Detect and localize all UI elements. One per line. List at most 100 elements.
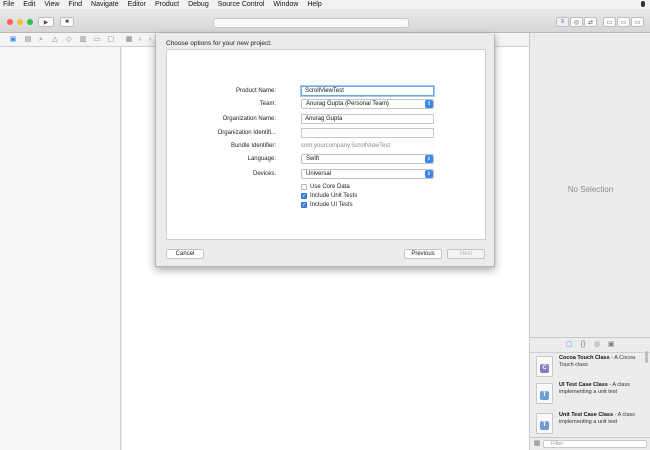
library-item[interactable]: T Unit Test Case Class - A class impleme…	[535, 410, 647, 438]
bottom-panel-icon: ▭	[620, 19, 627, 26]
checkbox-label: Include Unit Tests	[310, 192, 358, 199]
options-form: Product Name: ScrollViewTest Team: Anura…	[166, 49, 486, 240]
standard-editor-button[interactable]: ≡	[556, 17, 569, 27]
library-item[interactable]: C Cocoa Touch Class - A Cocoa Touch clas…	[535, 353, 647, 381]
product-name-field[interactable]: ScrollViewTest	[301, 86, 434, 96]
minimize-window-button[interactable]	[17, 19, 23, 25]
menu-editor[interactable]: Editor	[128, 0, 146, 9]
updown-chevron-icon: ⇕	[425, 100, 433, 108]
use-core-data-checkbox[interactable]: Use Core Data	[301, 183, 350, 190]
include-ui-tests-checkbox[interactable]: ✓ Include UI Tests	[301, 201, 353, 208]
updown-chevron-icon: ⇕	[425, 155, 433, 163]
menu-file[interactable]: File	[3, 0, 14, 9]
arrows-icon: ⇄	[587, 19, 594, 26]
window-toolbar: ▶ ■ ≡ ◎ ⇄ ▭ ▭ ▭	[0, 9, 650, 33]
menu-bar: File Edit View Find Navigate Editor Prod…	[0, 0, 650, 9]
file-icon: C	[536, 356, 553, 377]
project-navigator	[0, 47, 121, 450]
toggle-debug-area-button[interactable]: ▭	[617, 17, 630, 27]
library-item-title: Unit Test Case Class	[559, 412, 614, 418]
menu-window[interactable]: Window	[273, 0, 298, 9]
activity-viewer	[213, 18, 409, 28]
related-items-icon[interactable]: ▦	[125, 36, 133, 44]
grid-view-icon[interactable]: ▦	[533, 440, 541, 448]
menu-source-control[interactable]: Source Control	[218, 0, 265, 9]
folder-icon[interactable]: ▣	[9, 36, 17, 44]
previous-button[interactable]: Previous	[404, 249, 442, 259]
filter-input[interactable]: Filter	[543, 440, 647, 448]
library-item[interactable]: T UI Test Case Class - A class implement…	[535, 380, 647, 408]
sheet-title: Choose options for your new project:	[166, 40, 272, 47]
search-icon[interactable]: ⌕	[37, 36, 45, 44]
code-snippet-library-icon[interactable]: {}	[579, 341, 587, 349]
team-value: Anurag Gupta (Personal Team)	[306, 101, 389, 107]
menu-navigate[interactable]: Navigate	[91, 0, 119, 9]
devices-popup[interactable]: Universal ⇕	[301, 169, 434, 179]
file-icon: T	[536, 383, 553, 404]
report-navigator-icon[interactable]: ▢	[107, 36, 115, 44]
team-popup[interactable]: Anurag Gupta (Personal Team) ⇕	[301, 99, 434, 109]
product-name-label: Product Name:	[235, 88, 276, 94]
menu-debug[interactable]: Debug	[188, 0, 209, 9]
align-left-icon: ≡	[560, 19, 565, 25]
organization-identifier-label: Organization Identifi...	[217, 130, 276, 136]
close-window-button[interactable]	[7, 19, 13, 25]
back-chevron-icon[interactable]: ‹	[136, 36, 144, 44]
zoom-window-button[interactable]	[27, 19, 33, 25]
test-navigator-icon[interactable]: ◇	[65, 36, 73, 44]
issue-navigator-icon[interactable]: △	[51, 36, 59, 44]
team-label: Team:	[259, 101, 276, 107]
library-scrollbar[interactable]	[645, 351, 648, 363]
left-panel-icon: ▭	[606, 19, 613, 26]
next-button[interactable]: Next	[447, 249, 485, 259]
checkbox-box[interactable]	[301, 183, 307, 190]
bundle-identifier-label: Bundle Identifier:	[230, 143, 276, 149]
menu-product[interactable]: Product	[155, 0, 179, 9]
new-project-options-sheet: Choose options for your new project: Pro…	[155, 34, 495, 267]
devices-label: Devices:	[252, 171, 276, 177]
object-library-icon[interactable]: ◎	[593, 341, 601, 349]
assistant-editor-button[interactable]: ◎	[570, 17, 583, 27]
library-item-title: UI Test Case Class	[559, 382, 608, 388]
language-label: Language:	[247, 156, 276, 162]
utilities-pane: No Selection ▢ {} ◎ ▣ C Cocoa Touch Clas…	[529, 33, 650, 450]
updown-chevron-icon: ⇕	[425, 170, 433, 178]
language-value: Swift	[306, 156, 320, 162]
media-library-icon[interactable]: ▣	[607, 341, 615, 349]
bundle-identifier-value: com.yourcompany.ScrollViewTest	[301, 143, 391, 149]
language-popup[interactable]: Swift ⇕	[301, 154, 434, 164]
toggle-navigator-button[interactable]: ▭	[603, 17, 616, 27]
stop-icon: ■	[65, 19, 69, 25]
debug-navigator-icon[interactable]: ▥	[79, 36, 87, 44]
version-editor-button[interactable]: ⇄	[584, 17, 597, 27]
stop-button[interactable]: ■	[60, 17, 74, 27]
symbol-navigator-icon[interactable]: ▤	[24, 36, 32, 44]
checkmark-icon[interactable]: ✓	[301, 201, 307, 208]
organization-name-field[interactable]: Anurag Gupta	[301, 114, 434, 124]
checkbox-label: Include UI Tests	[310, 201, 353, 208]
file-template-library-icon[interactable]: ▢	[565, 341, 573, 349]
menu-find[interactable]: Find	[68, 0, 82, 9]
menu-edit[interactable]: Edit	[23, 0, 35, 9]
breakpoint-navigator-icon[interactable]: ▭	[93, 36, 101, 44]
right-panel-icon: ▭	[634, 19, 641, 26]
no-selection-label: No Selection	[567, 185, 614, 194]
forward-chevron-icon[interactable]: ›	[146, 36, 154, 44]
organization-identifier-field[interactable]	[301, 128, 434, 138]
devices-value: Universal	[306, 171, 332, 177]
menu-view[interactable]: View	[44, 0, 59, 9]
library-selector-bar: ▢ {} ◎ ▣	[530, 337, 650, 353]
library-item-title: Cocoa Touch Class	[559, 355, 610, 361]
play-icon: ▶	[43, 19, 49, 26]
cancel-button[interactable]: Cancel	[166, 249, 204, 259]
microphone-icon[interactable]	[641, 1, 645, 7]
organization-name-label: Organization Name:	[222, 116, 276, 122]
library-filter-bar: ▦ Filter	[530, 437, 650, 450]
run-button[interactable]: ▶	[38, 17, 54, 27]
menu-help[interactable]: Help	[307, 0, 321, 9]
include-unit-tests-checkbox[interactable]: ✓ Include Unit Tests	[301, 192, 357, 199]
checkbox-label: Use Core Data	[310, 183, 350, 190]
file-icon: T	[536, 413, 553, 434]
checkmark-icon[interactable]: ✓	[301, 192, 307, 199]
toggle-utilities-button[interactable]: ▭	[631, 17, 644, 27]
